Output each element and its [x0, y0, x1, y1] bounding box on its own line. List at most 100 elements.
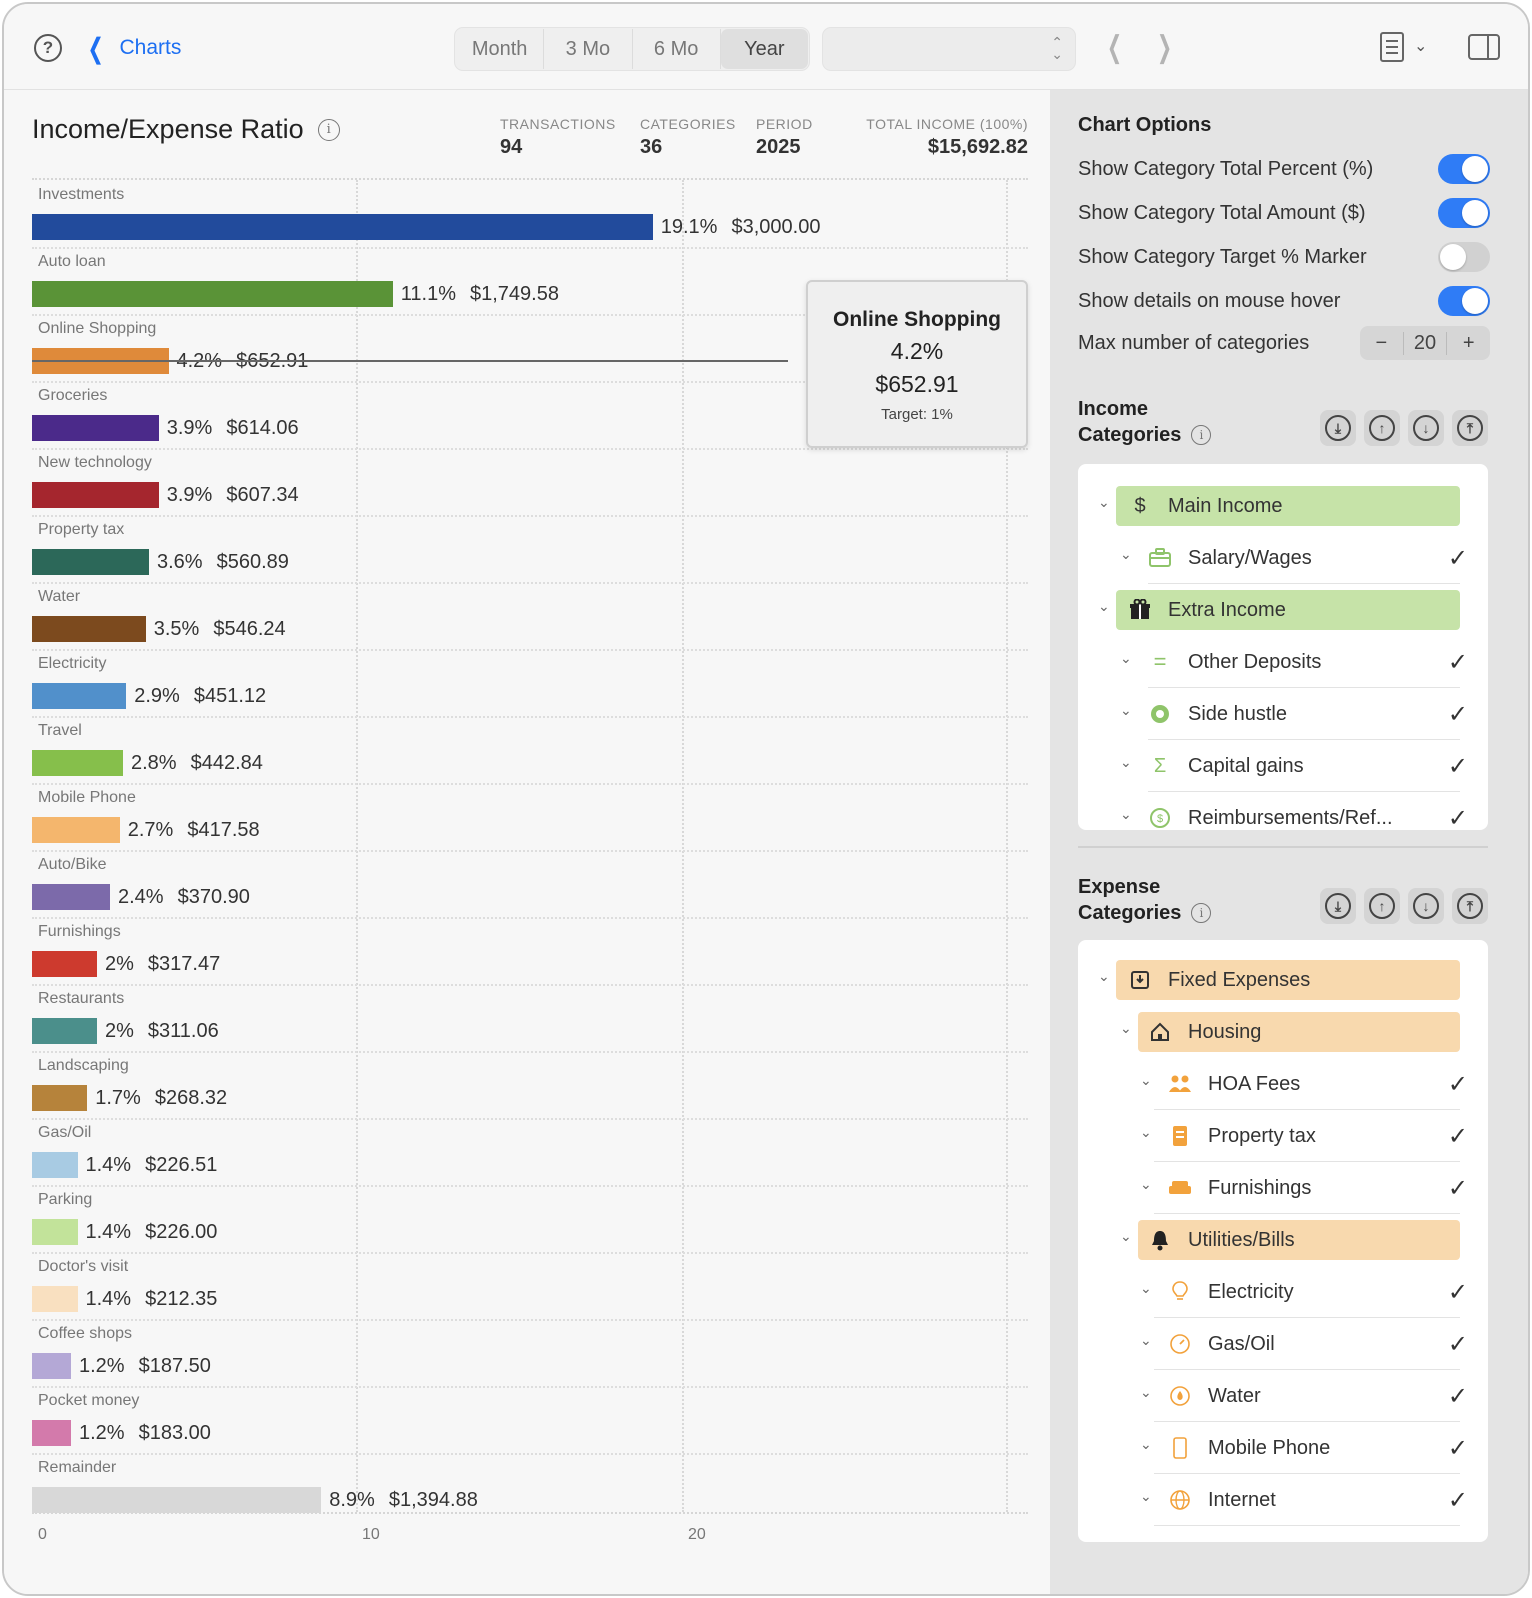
bar-value-label: 1.2% $183.00: [79, 1422, 211, 1445]
toggle-sidebar-icon[interactable]: [1468, 34, 1500, 60]
disclosure-chevron-icon[interactable]: ⌄: [1140, 1488, 1152, 1505]
show-amount-toggle[interactable]: [1438, 198, 1490, 228]
move-down-button[interactable]: ↓: [1408, 410, 1444, 446]
expand-all-button[interactable]: ⤒: [1452, 888, 1488, 924]
bar[interactable]: [32, 1353, 71, 1379]
checkmark-icon[interactable]: ✓: [1448, 1278, 1468, 1307]
show-percent-toggle[interactable]: [1438, 154, 1490, 184]
disclosure-chevron-icon[interactable]: ⌄: [1098, 598, 1110, 615]
income-category-row[interactable]: ⌄ Extra Income: [1078, 584, 1488, 636]
period-select[interactable]: ⌃ ⌄: [822, 27, 1076, 71]
info-icon[interactable]: i: [1191, 425, 1212, 445]
disclosure-chevron-icon[interactable]: ⌄: [1120, 806, 1132, 823]
bar[interactable]: [32, 549, 149, 575]
disclosure-chevron-icon[interactable]: ⌄: [1140, 1176, 1152, 1193]
show-hover-toggle[interactable]: [1438, 286, 1490, 316]
expand-all-button[interactable]: ⤒: [1452, 410, 1488, 446]
expense-category-row[interactable]: ⌄ Utilities/Bills: [1078, 1214, 1488, 1266]
back-to-charts-button[interactable]: ❮ Charts: [84, 32, 182, 64]
disclosure-chevron-icon[interactable]: ⌄: [1120, 546, 1132, 563]
move-up-button[interactable]: ↑: [1364, 888, 1400, 924]
bar[interactable]: [32, 1219, 78, 1245]
help-icon[interactable]: ?: [34, 34, 62, 62]
bar[interactable]: [32, 281, 393, 307]
segment-month[interactable]: Month: [456, 29, 545, 69]
bar[interactable]: [32, 1286, 78, 1312]
bar[interactable]: [32, 1152, 78, 1178]
bar[interactable]: [32, 884, 110, 910]
expense-category-row[interactable]: ⌄ Water ✓: [1078, 1370, 1488, 1422]
checkmark-icon[interactable]: ✓: [1448, 1122, 1468, 1151]
expense-category-row[interactable]: ⌄ Electricity ✓: [1078, 1266, 1488, 1318]
bar[interactable]: [32, 750, 123, 776]
disclosure-chevron-icon[interactable]: ⌄: [1140, 1280, 1152, 1297]
checkmark-icon[interactable]: ✓: [1448, 752, 1468, 781]
move-up-button[interactable]: ↑: [1364, 410, 1400, 446]
collapse-all-button[interactable]: ⤓: [1320, 888, 1356, 924]
checkmark-icon[interactable]: ✓: [1448, 544, 1468, 573]
bar[interactable]: [32, 1085, 88, 1111]
bar[interactable]: [32, 1420, 71, 1446]
income-category-row[interactable]: ⌄ Σ Capital gains ✓: [1078, 740, 1488, 792]
report-document-icon[interactable]: [1380, 32, 1404, 62]
checkmark-icon[interactable]: ✓: [1448, 1330, 1468, 1359]
disclosure-chevron-icon[interactable]: ⌄: [1120, 1020, 1132, 1037]
segment-year[interactable]: Year: [720, 29, 808, 69]
move-down-button[interactable]: ↓: [1408, 888, 1444, 924]
bar[interactable]: [32, 1487, 322, 1513]
bar[interactable]: [32, 616, 146, 642]
expense-category-row[interactable]: ⌄ Fixed Expenses: [1078, 954, 1488, 1006]
segment-6-months[interactable]: 6 Mo: [633, 29, 721, 69]
checkmark-icon[interactable]: ✓: [1448, 1382, 1468, 1411]
income-category-row[interactable]: ⌄ $ Main Income: [1078, 480, 1488, 532]
expense-category-row[interactable]: ⌄ Internet ✓: [1078, 1474, 1488, 1526]
disclosure-chevron-icon[interactable]: ⌄: [1120, 650, 1132, 667]
disclosure-chevron-icon[interactable]: ⌄: [1140, 1124, 1152, 1141]
decrement-button[interactable]: −: [1360, 332, 1403, 355]
expense-category-row[interactable]: ⌄ Housing: [1078, 1006, 1488, 1058]
income-category-row[interactable]: ⌄ $ Reimbursements/Ref... ✓: [1078, 792, 1488, 831]
disclosure-chevron-icon[interactable]: ⌄: [1120, 702, 1132, 719]
bar[interactable]: [32, 214, 653, 240]
expense-category-row[interactable]: ⌄ Furnishings ✓: [1078, 1162, 1488, 1214]
disclosure-chevron-icon[interactable]: ⌄: [1120, 1228, 1132, 1245]
disclosure-chevron-icon[interactable]: ⌄: [1140, 1384, 1152, 1401]
next-period-icon[interactable]: ❯: [1157, 30, 1172, 65]
segment-3-months[interactable]: 3 Mo: [544, 29, 633, 69]
income-category-row[interactable]: ⌄ = Other Deposits ✓: [1078, 636, 1488, 688]
expense-category-row[interactable]: ⌄ HOA Fees ✓: [1078, 1058, 1488, 1110]
info-icon[interactable]: i: [1191, 903, 1212, 923]
income-category-row[interactable]: ⌄ Salary/Wages ✓: [1078, 532, 1488, 584]
bar[interactable]: [32, 683, 127, 709]
show-target-toggle[interactable]: [1438, 242, 1490, 272]
checkmark-icon[interactable]: ✓: [1448, 648, 1468, 677]
info-icon[interactable]: i: [317, 118, 340, 141]
expense-category-row[interactable]: ⌄ Gas/Oil ✓: [1078, 1318, 1488, 1370]
checkmark-icon[interactable]: ✓: [1448, 700, 1468, 729]
disclosure-chevron-icon[interactable]: ⌄: [1140, 1072, 1152, 1089]
disclosure-chevron-icon[interactable]: ⌄: [1098, 968, 1110, 985]
previous-period-icon[interactable]: ❮: [1107, 30, 1122, 65]
income-category-row[interactable]: ⌄ Side hustle ✓: [1078, 688, 1488, 740]
bar[interactable]: [32, 415, 159, 441]
chevron-down-icon[interactable]: ⌄: [1414, 36, 1427, 56]
checkmark-icon[interactable]: ✓: [1448, 1486, 1468, 1515]
checkmark-icon[interactable]: ✓: [1448, 1434, 1468, 1463]
increment-button[interactable]: +: [1447, 332, 1490, 355]
checkmark-icon[interactable]: ✓: [1448, 1070, 1468, 1099]
expense-category-row[interactable]: ⌄ Property tax ✓: [1078, 1110, 1488, 1162]
checkmark-icon[interactable]: ✓: [1448, 804, 1468, 831]
bar-percent-label: 1.4%: [85, 1154, 132, 1176]
disclosure-chevron-icon[interactable]: ⌄: [1140, 1332, 1152, 1349]
collapse-all-button[interactable]: ⤓: [1320, 410, 1356, 446]
bar[interactable]: [32, 1018, 97, 1044]
max-categories-value[interactable]: 20: [1402, 331, 1448, 355]
disclosure-chevron-icon[interactable]: ⌄: [1098, 494, 1110, 511]
disclosure-chevron-icon[interactable]: ⌄: [1120, 754, 1132, 771]
bar[interactable]: [32, 951, 97, 977]
expense-category-row[interactable]: ⌄ Mobile Phone ✓: [1078, 1422, 1488, 1474]
bar[interactable]: [32, 482, 159, 508]
disclosure-chevron-icon[interactable]: ⌄: [1140, 1436, 1152, 1453]
bar[interactable]: [32, 817, 120, 843]
checkmark-icon[interactable]: ✓: [1448, 1174, 1468, 1203]
